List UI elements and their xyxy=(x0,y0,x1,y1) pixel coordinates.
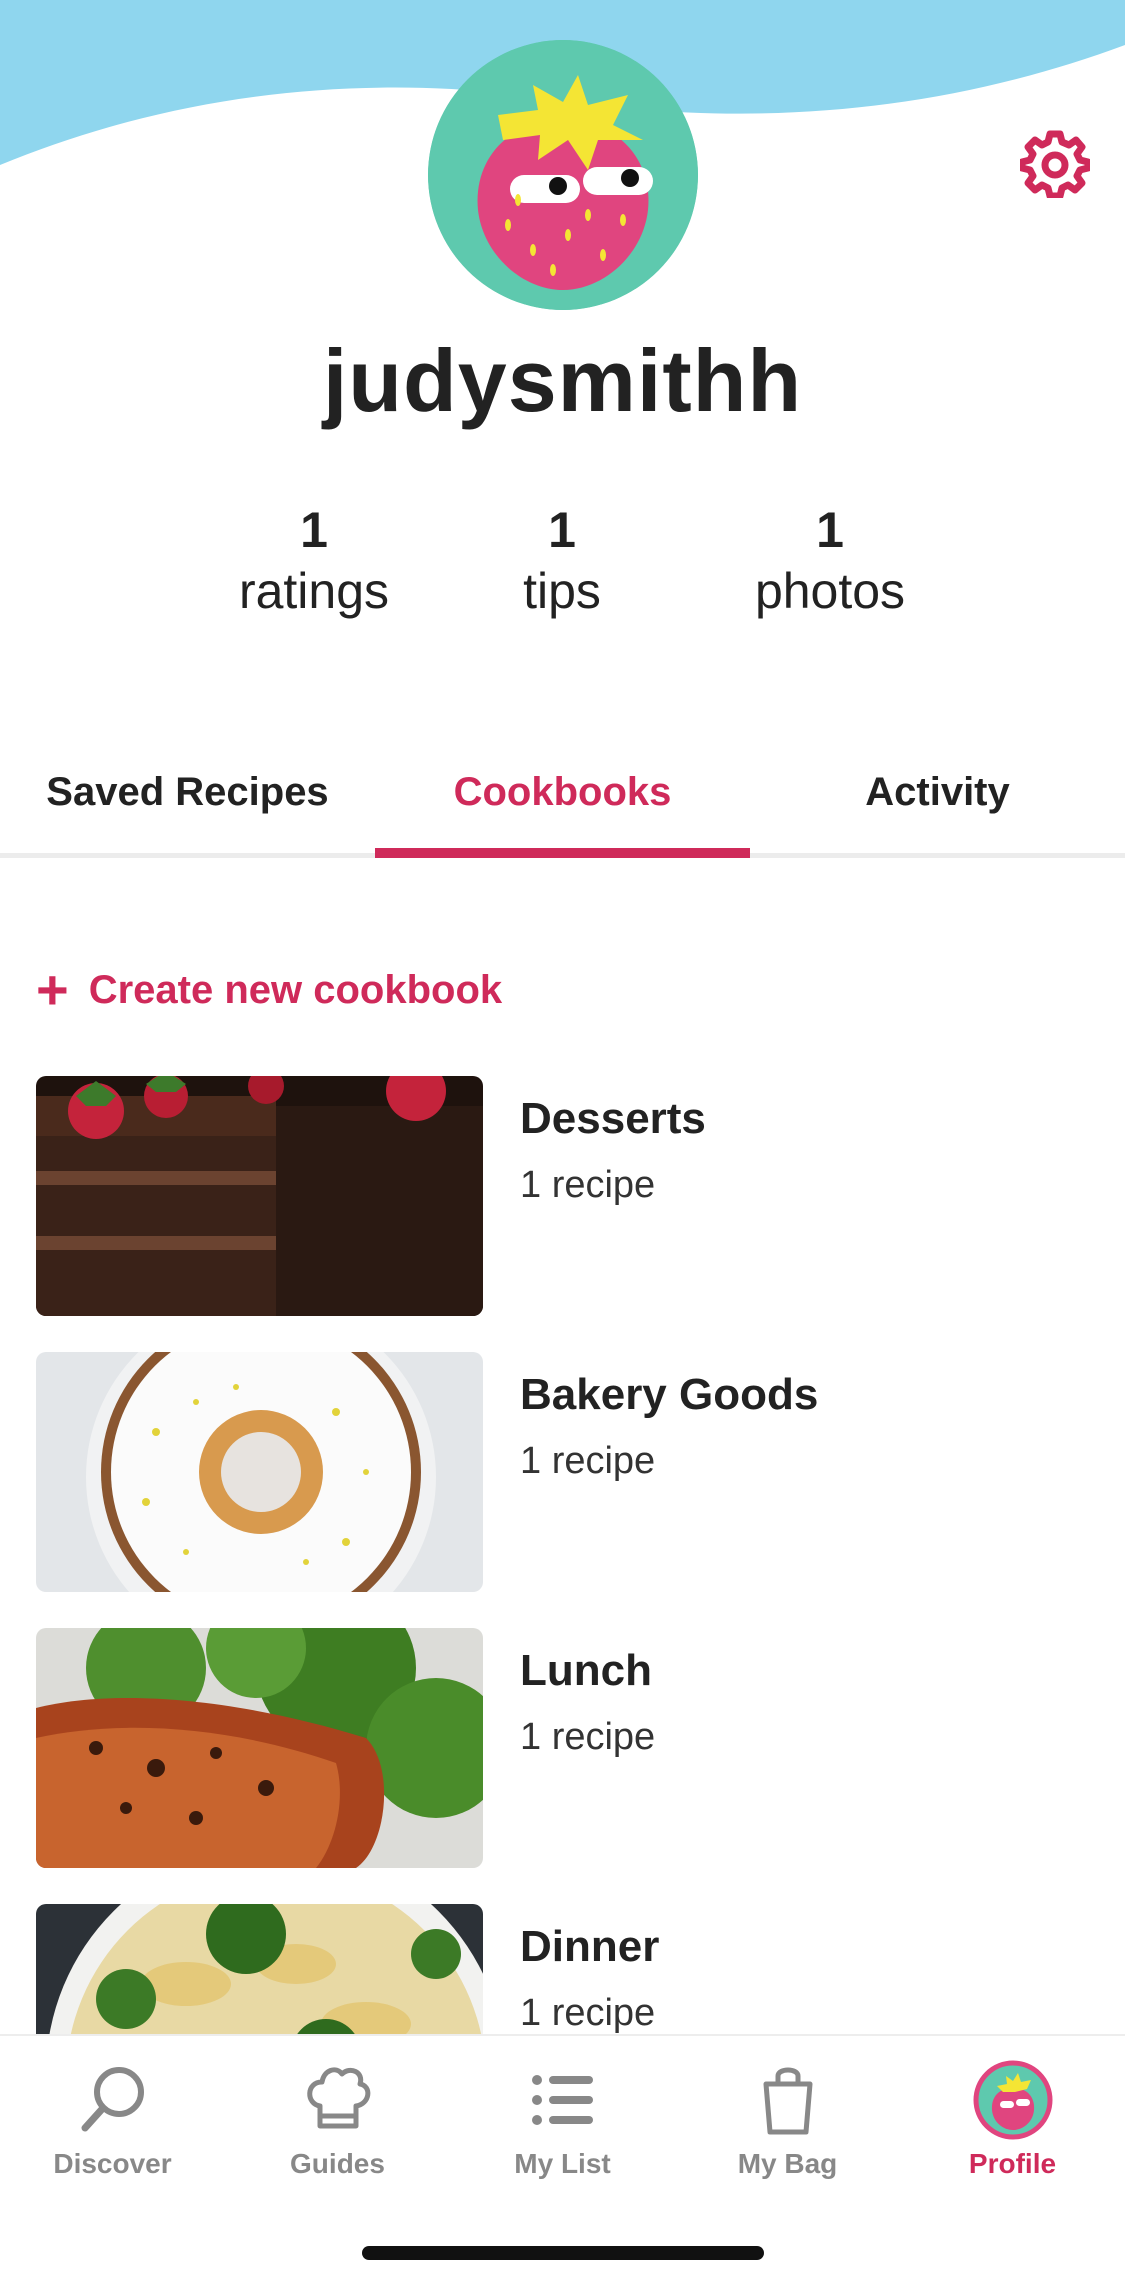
create-cookbook-label: Create new cookbook xyxy=(88,967,503,1012)
stat-ratings[interactable]: 1 ratings xyxy=(184,500,444,622)
profile-avatar[interactable] xyxy=(428,40,698,310)
nav-label: Discover xyxy=(53,2148,172,2179)
strawberry-avatar-icon xyxy=(428,40,698,310)
username: judysmithh xyxy=(322,331,803,430)
cookbook-count: 1 recipe xyxy=(520,1164,656,1206)
cookbook-count: 1 recipe xyxy=(520,1992,656,2034)
bag-icon xyxy=(748,2060,828,2140)
cookbook-item-bakery-goods[interactable]: Bakery Goods 1 recipe xyxy=(36,1352,1096,1592)
cookbook-name: Bakery Goods xyxy=(520,1370,819,1419)
create-cookbook-button[interactable]: + Create new cookbook xyxy=(36,960,502,1020)
cookbook-item-desserts[interactable]: Desserts 1 recipe xyxy=(36,1076,1096,1316)
home-indicator xyxy=(362,2246,764,2260)
cookbook-count: 1 recipe xyxy=(520,1716,656,1758)
stat-label: photos xyxy=(754,563,906,619)
profile-tabs: Saved Recipes Cookbooks Activity xyxy=(0,760,1125,858)
stat-tips[interactable]: 1 tips xyxy=(432,500,692,622)
stat-value: 1 xyxy=(548,502,576,558)
stat-label: tips xyxy=(523,563,601,619)
search-icon xyxy=(73,2060,153,2140)
nav-my-list[interactable]: My List xyxy=(450,2060,675,2180)
settings-button[interactable] xyxy=(1020,128,1090,198)
tab-activity[interactable]: Activity xyxy=(750,760,1125,858)
cookbook-name: Desserts xyxy=(520,1094,706,1143)
nav-label: Guides xyxy=(290,2148,385,2179)
cookbook-thumbnail xyxy=(36,1076,483,1316)
nav-label: My Bag xyxy=(737,2148,838,2179)
nav-discover[interactable]: Discover xyxy=(0,2060,225,2180)
cookbook-thumbnail xyxy=(36,1352,483,1592)
chef-hat-icon xyxy=(298,2060,378,2140)
stat-label: ratings xyxy=(238,563,390,619)
stat-value: 1 xyxy=(816,502,844,558)
cookbook-count: 1 recipe xyxy=(520,1440,656,1482)
tab-saved-recipes[interactable]: Saved Recipes xyxy=(0,760,375,858)
stat-photos[interactable]: 1 photos xyxy=(700,500,960,622)
profile-stats: 1 ratings 1 tips 1 photos xyxy=(0,500,1125,630)
avatar-icon xyxy=(973,2060,1053,2140)
nav-label: My List xyxy=(514,2148,611,2179)
cookbook-name: Dinner xyxy=(520,1922,660,1971)
nav-profile[interactable]: Profile xyxy=(900,2060,1125,2180)
list-icon xyxy=(523,2060,603,2140)
nav-label: Profile xyxy=(968,2148,1057,2179)
cookbook-item-lunch[interactable]: Lunch 1 recipe xyxy=(36,1628,1096,1868)
nav-my-bag[interactable]: My Bag xyxy=(675,2060,900,2180)
cookbook-thumbnail xyxy=(36,1628,483,1868)
tab-cookbooks[interactable]: Cookbooks xyxy=(375,760,750,858)
cookbook-name: Lunch xyxy=(520,1646,652,1695)
plus-icon: + xyxy=(36,958,69,1021)
gear-icon xyxy=(1020,130,1090,198)
nav-guides[interactable]: Guides xyxy=(225,2060,450,2180)
stat-value: 1 xyxy=(300,502,328,558)
